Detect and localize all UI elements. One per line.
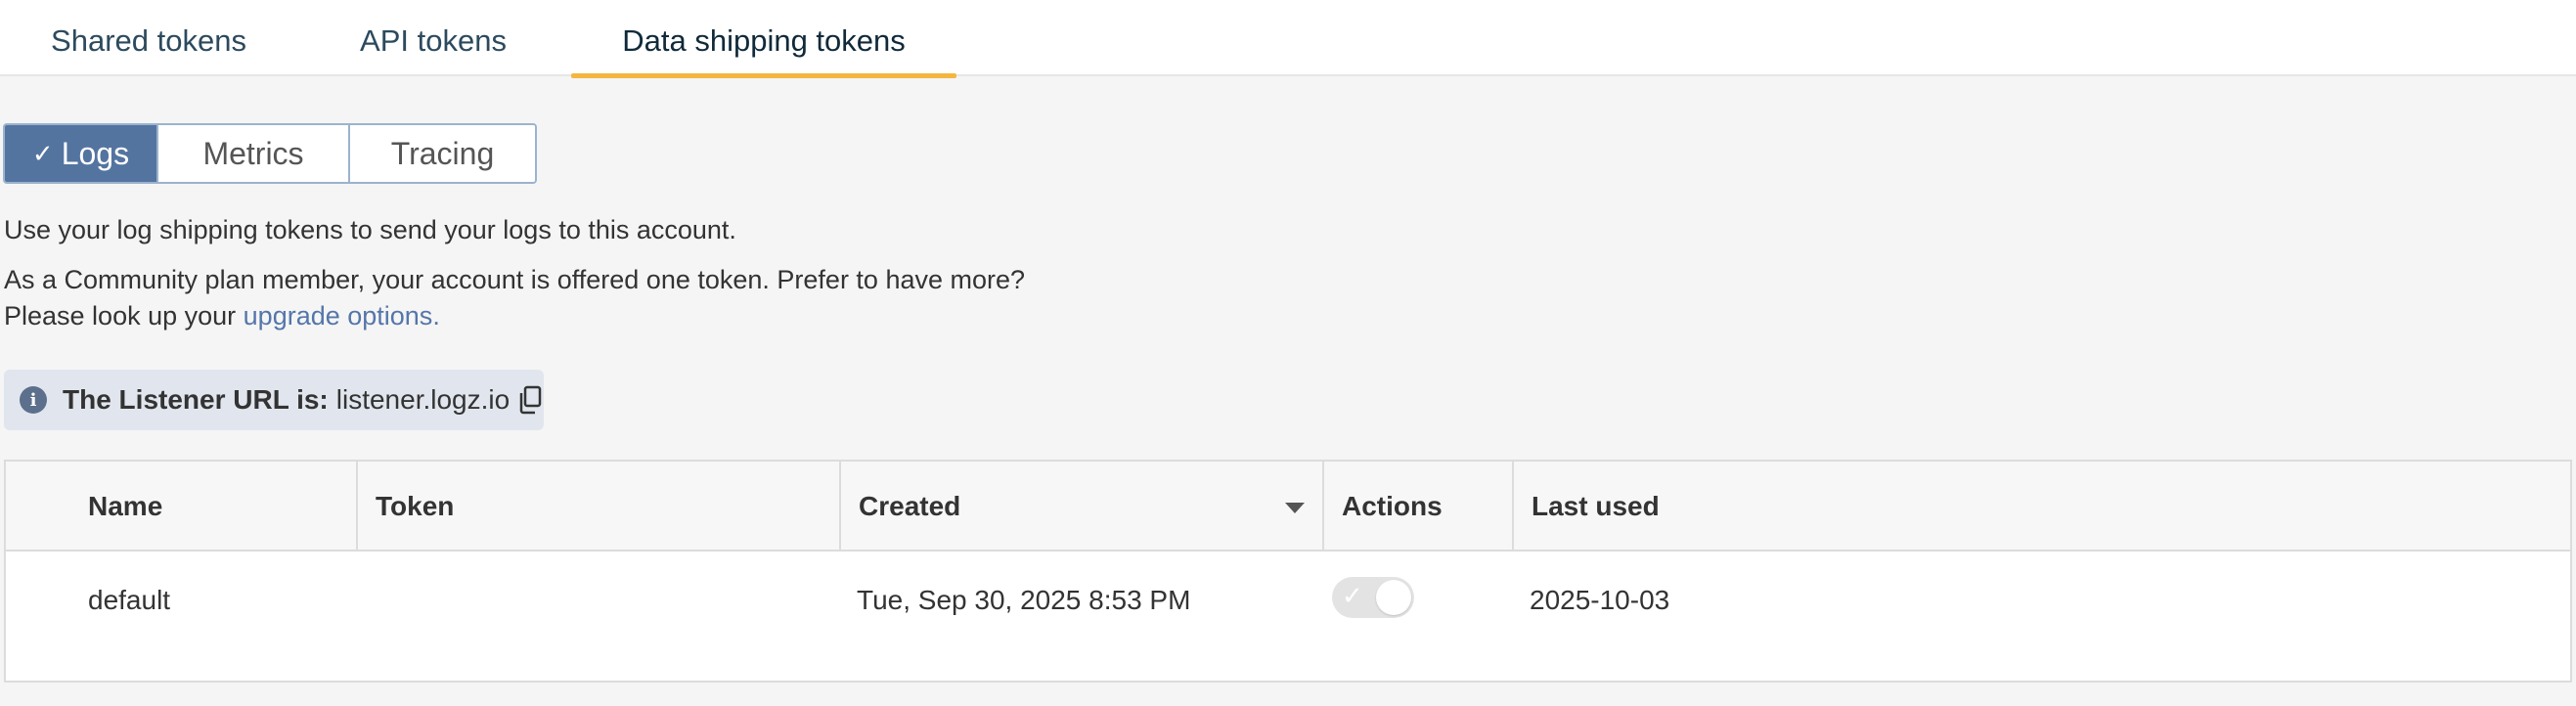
tab-data-shipping-tokens[interactable]: Data shipping tokens <box>571 0 956 78</box>
listener-url-banner: i The Listener URL is: listener.logz.io <box>4 370 544 430</box>
row-last-used: 2025-10-03 <box>1530 585 1670 615</box>
listener-url: listener.logz.io <box>335 384 511 415</box>
upgrade-options-link[interactable]: upgrade options <box>244 301 433 331</box>
segment-metrics[interactable]: Metrics <box>156 125 348 182</box>
description-text: Use your log shipping tokens to send you… <box>4 215 736 244</box>
tab-api-tokens[interactable]: API tokens <box>359 0 508 76</box>
row-created: Tue, Sep 30, 2025 8:53 PM <box>857 585 1191 615</box>
segment-logs[interactable]: ✓ Logs <box>5 125 156 182</box>
row-token <box>356 552 374 649</box>
column-header-name[interactable]: Name <box>70 462 356 552</box>
table-header: Name Token Created Actions Last used <box>6 462 2570 552</box>
toggle-check-icon: ✓ <box>1342 581 1363 610</box>
check-icon: ✓ <box>31 138 54 168</box>
sort-down-icon[interactable] <box>1285 503 1305 513</box>
community-text-suffix: . <box>432 301 440 331</box>
toggle-knob <box>1376 580 1411 615</box>
community-text-line2: Please look up your upgrade options. <box>4 301 440 331</box>
row-name: default <box>88 585 171 615</box>
column-header-token[interactable]: Token <box>356 462 839 552</box>
listener-label: The Listener URL is: <box>63 384 329 415</box>
column-header-actions: Actions <box>1322 462 1512 552</box>
tab-bar: Shared tokens API tokens Data shipping t… <box>0 0 2576 78</box>
copy-icon[interactable] <box>517 385 543 415</box>
community-text-line1: As a Community plan member, your account… <box>4 265 1026 294</box>
tab-shared-tokens[interactable]: Shared tokens <box>51 0 246 76</box>
community-text-prefix: Please look up your <box>4 301 244 331</box>
segment-tracing[interactable]: Tracing <box>348 125 535 182</box>
segment-metrics-label: Metrics <box>202 135 304 171</box>
column-header-created-label: Created <box>859 491 961 521</box>
tokens-table: Name Token Created Actions Last used def… <box>4 460 2572 683</box>
segment-tracing-label: Tracing <box>390 135 495 171</box>
token-type-selector: ✓ Logs Metrics Tracing <box>3 123 537 184</box>
column-header-created[interactable]: Created <box>839 462 1322 552</box>
token-enabled-toggle[interactable]: ✓ <box>1332 577 1414 618</box>
column-header-last-used[interactable]: Last used <box>1512 462 2570 552</box>
info-icon: i <box>20 386 47 414</box>
segment-logs-label: Logs <box>61 135 130 171</box>
